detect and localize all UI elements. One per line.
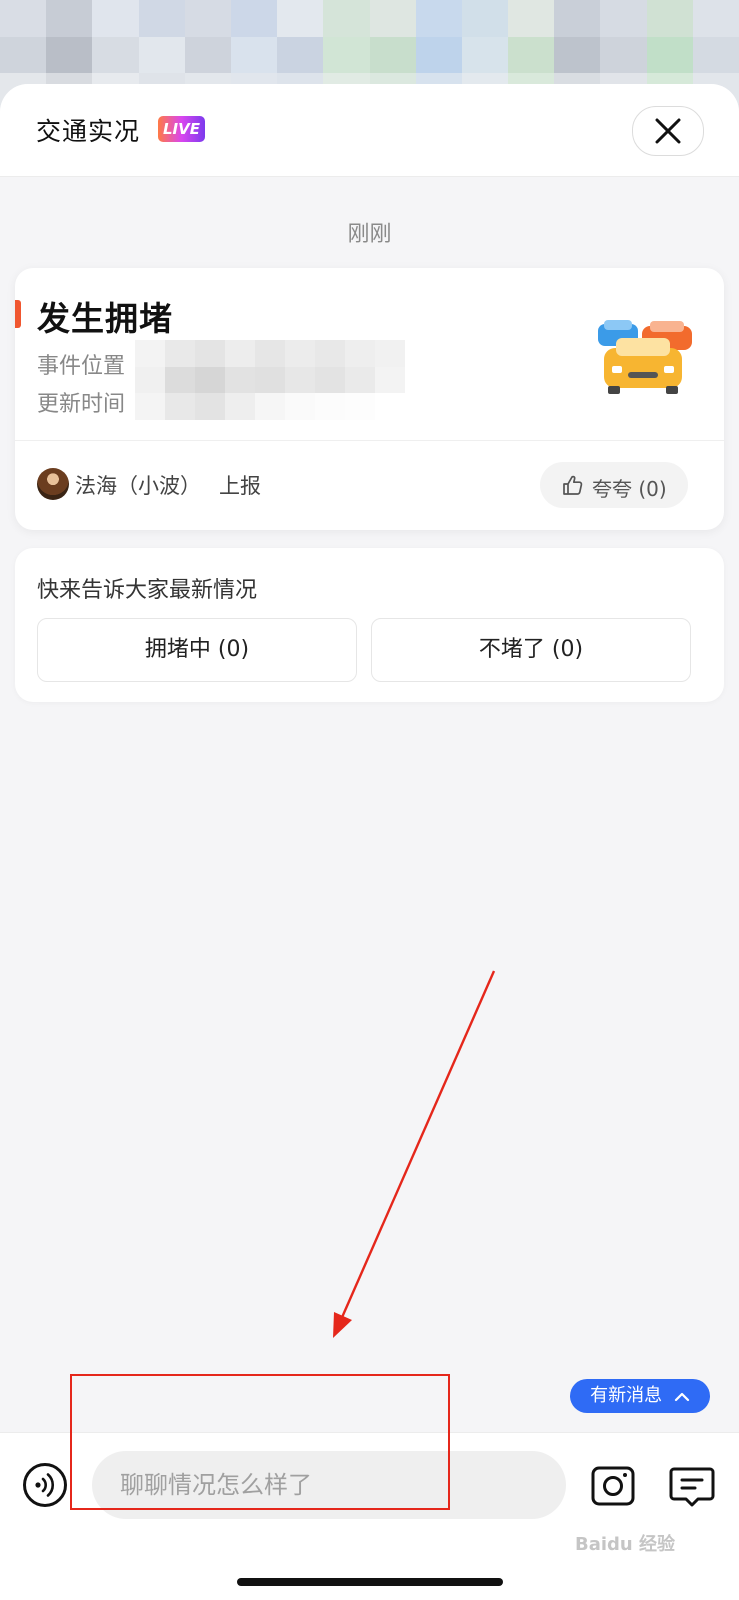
praise-label: 夸夸 (0) bbox=[592, 477, 667, 501]
traffic-cars-icon bbox=[598, 320, 692, 394]
chevron-up-icon bbox=[674, 1392, 689, 1402]
message-icon[interactable] bbox=[668, 1463, 716, 1511]
close-button[interactable] bbox=[632, 106, 704, 156]
event-card[interactable]: 发生拥堵 事件位置 更新时间 法海（小波） 上报 夸夸 (0) bbox=[15, 268, 724, 530]
accent-bar bbox=[15, 300, 21, 328]
cleared-button[interactable]: 不堵了 (0) bbox=[371, 618, 691, 682]
page-title: 交通实况 bbox=[36, 117, 141, 146]
still-jammed-button[interactable]: 拥堵中 (0) bbox=[37, 618, 357, 682]
home-indicator bbox=[237, 1578, 503, 1586]
watermark: Baidu 经验 bbox=[575, 1534, 676, 1555]
redacted-location bbox=[135, 340, 405, 420]
panel-header: 交通实况 LIVE bbox=[0, 84, 739, 177]
screen: 交通实况 LIVE 刚刚 发生拥堵 事件位置 更新时间 法海（小波） 上报 夸夸… bbox=[0, 0, 739, 1600]
annotation-highlight-box bbox=[70, 1374, 450, 1510]
voice-icon[interactable] bbox=[22, 1462, 68, 1508]
camera-icon[interactable] bbox=[590, 1463, 636, 1509]
traffic-panel: 交通实况 LIVE 刚刚 发生拥堵 事件位置 更新时间 法海（小波） 上报 夸夸… bbox=[0, 84, 739, 1600]
card-divider bbox=[15, 440, 724, 441]
event-title: 发生拥堵 bbox=[37, 299, 173, 338]
event-location-label: 事件位置 bbox=[37, 354, 126, 379]
event-update-time-label: 更新时间 bbox=[37, 392, 126, 417]
reporter-name[interactable]: 法海（小波） bbox=[75, 470, 201, 500]
reporter-action: 上报 bbox=[219, 474, 261, 498]
close-icon bbox=[655, 118, 681, 144]
new-messages-label: 有新消息 bbox=[590, 1385, 663, 1406]
new-messages-button[interactable]: 有新消息 bbox=[570, 1379, 710, 1413]
praise-button[interactable]: 夸夸 (0) bbox=[540, 462, 688, 508]
thumbs-up-icon bbox=[563, 475, 583, 495]
feedback-prompt: 快来告诉大家最新情况 bbox=[37, 578, 258, 603]
timestamp: 刚刚 bbox=[347, 222, 392, 247]
feedback-card: 快来告诉大家最新情况 拥堵中 (0) 不堵了 (0) bbox=[15, 548, 724, 702]
live-badge: LIVE bbox=[158, 116, 205, 142]
reporter-avatar[interactable] bbox=[37, 468, 69, 500]
